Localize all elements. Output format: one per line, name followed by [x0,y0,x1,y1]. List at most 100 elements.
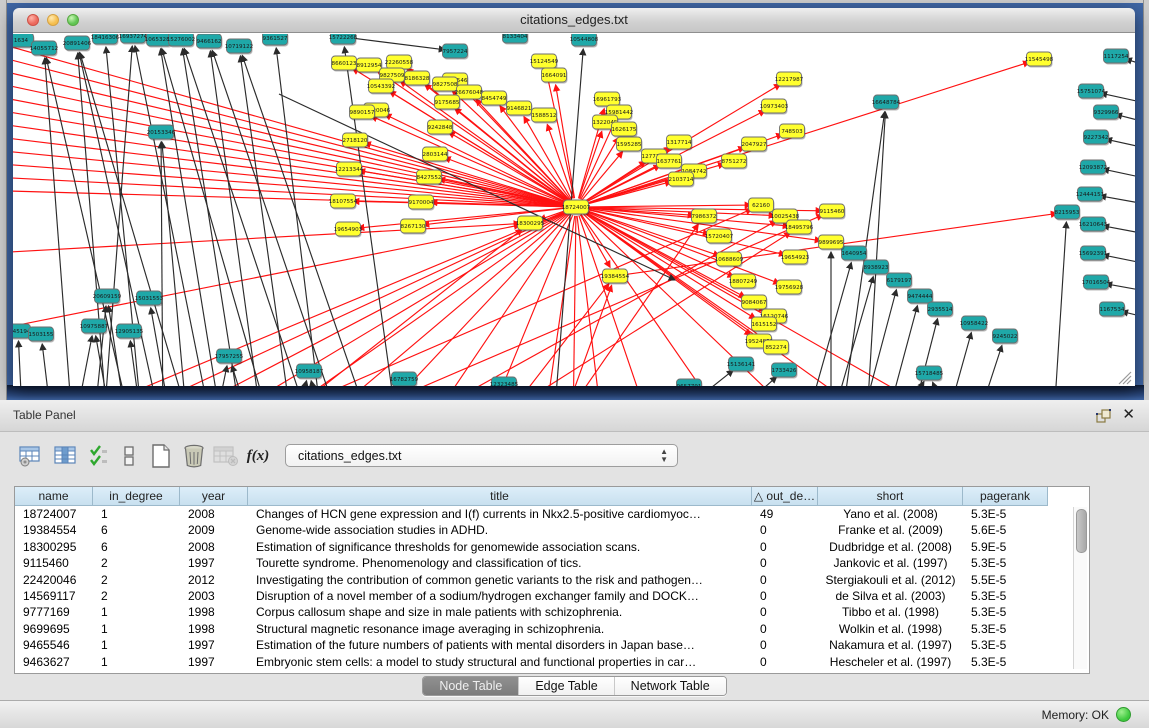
table-mode-icon[interactable] [16,441,46,471]
graph-node[interactable]: 7986372 [692,209,718,225]
graph-node[interactable]: 15692391 [1079,246,1108,262]
table-row[interactable]: 1872400712008Changes of HCN gene express… [15,506,1089,522]
graph-node[interactable]: 8938923 [864,260,890,276]
graph-node[interactable]: 16210643 [1079,217,1108,233]
graph-node[interactable]: 8267130 [401,219,427,235]
table-row[interactable]: 1830029562008Estimation of significance … [15,539,1089,555]
graph-node[interactable]: 15031553 [135,291,164,307]
graph-node[interactable]: 14055712 [30,41,58,57]
graph-node[interactable]: 2935514 [928,302,954,318]
graph-node[interactable]: 8133404 [503,34,529,45]
graph-node[interactable]: 2803144 [423,147,449,163]
graph-node[interactable]: 18107554 [329,194,358,210]
graph-node[interactable]: 8215953 [1055,205,1081,221]
graph-node[interactable]: 12323485 [490,377,519,386]
graph-node[interactable]: 15718485 [915,366,944,382]
graph-node[interactable]: 16648784 [872,95,901,111]
graph-node[interactable]: 8186328 [405,71,431,87]
graph-node[interactable]: 7957224 [443,44,469,60]
graph-node[interactable]: 19654923 [781,250,810,266]
graph-node[interactable]: 15720407 [705,229,734,245]
graph-node[interactable]: 15124549 [530,54,559,70]
graph-node[interactable]: 9657791 [677,379,703,386]
graph-node[interactable]: 10688609 [715,252,744,268]
graph-node[interactable]: 9227342 [1084,130,1110,146]
graph-node[interactable]: 12217987 [775,72,804,88]
graph-node[interactable]: 15276002 [167,34,195,48]
column-header-out_degree[interactable]: △ out_de… [752,487,818,506]
graph-node[interactable]: 10975887 [80,319,109,335]
graph-node[interactable]: 8454749 [482,91,508,107]
show-column-icon[interactable] [51,441,81,471]
graph-node[interactable]: 8912954 [357,58,383,74]
network-view-canvas[interactable]: 1634140557122089140618416306169372741065… [13,33,1135,386]
graph-node[interactable]: 852274 [764,340,790,356]
table-row[interactable]: 946362711997Embryonic stem cells: a mode… [15,654,1089,670]
column-header-name[interactable]: name [15,487,93,506]
graph-node[interactable]: 1733426 [772,363,798,379]
table-row[interactable]: 911546021997Tourette syndrome. Phenomeno… [15,555,1089,571]
graph-node[interactable]: 1317714 [667,135,693,151]
graph-node[interactable]: 16937274 [119,34,148,45]
graph-node[interactable]: 1117254 [1104,49,1130,65]
column-header-title[interactable]: title [248,487,752,506]
graph-node[interactable]: 9890157 [350,105,376,121]
graph-node[interactable]: 10958422 [960,316,988,332]
graph-node[interactable]: 1615152 [752,317,778,333]
close-panel-icon[interactable]: ✕ [1122,405,1135,423]
graph-node[interactable]: 18495796 [785,220,814,236]
graph-node[interactable]: 1588512 [532,108,558,124]
table-row[interactable]: 969969511998Structural magnetic resonanc… [15,621,1089,637]
graph-node[interactable]: 12093872 [1079,160,1107,176]
graph-node[interactable]: 1637761 [657,154,683,170]
graph-node[interactable]: 18724007 [562,200,591,216]
graph-node[interactable]: 2103714 [669,172,695,188]
graph-node[interactable]: 19384554 [601,269,630,285]
graph-node[interactable]: 18416306 [91,34,120,46]
graph-node[interactable]: 17957255 [215,349,244,365]
column-header-year[interactable]: year [180,487,248,506]
graph-node[interactable]: 1167534 [1100,302,1126,318]
table-row[interactable]: 977716911998Corpus callosum shape and si… [15,604,1089,620]
graph-node[interactable]: 8660123 [332,56,358,72]
float-panel-icon[interactable] [1095,408,1111,424]
table-row[interactable]: 2242004622012Investigating the contribut… [15,572,1089,588]
graph-node[interactable]: 1640954 [842,246,868,262]
table-select-combobox[interactable]: citations_edges.txt ▲▼ [285,444,678,467]
table-panel-header[interactable]: Table Panel ✕ [0,400,1149,432]
delete-table-icon[interactable] [211,441,241,471]
graph-node[interactable]: 12444151 [1076,187,1105,203]
new-column-icon[interactable] [146,441,176,471]
table-row[interactable]: 1938455462009Genome-wide association stu… [15,522,1089,538]
graph-node[interactable]: 748503 [780,124,806,140]
graph-node[interactable]: 9242848 [428,120,454,136]
graph-node[interactable]: 16782759 [390,372,419,386]
graph-node[interactable]: 9361527 [263,34,289,47]
graph-node[interactable]: 19756928 [775,280,804,296]
column-header-short[interactable]: short [818,487,963,506]
graph-node[interactable]: 18807249 [729,274,758,290]
table-row[interactable]: 946554611997Estimation of the future num… [15,637,1089,653]
delete-column-icon[interactable] [179,441,209,471]
graph-node[interactable]: 9329966 [1094,105,1120,121]
row-selection-icon[interactable] [114,441,144,471]
scrollbar-thumb[interactable] [1076,509,1087,553]
graph-node[interactable]: 15136141 [727,357,756,373]
graph-node[interactable]: 10543392 [367,79,395,95]
graph-node[interactable]: 12905135 [115,324,144,340]
graph-node[interactable]: 20891406 [63,36,92,52]
graph-node[interactable]: 17016504 [1082,275,1111,291]
table-scrollbar[interactable] [1073,507,1087,669]
graph-node[interactable]: 9245022 [993,329,1019,345]
graph-node[interactable]: 2047927 [742,137,768,153]
graph-node[interactable]: 12213344 [335,162,364,178]
graph-node[interactable]: 8751272 [722,154,748,170]
graph-node[interactable]: 1626175 [612,122,638,138]
graph-node[interactable]: 19654903 [334,222,363,238]
graph-node[interactable]: 9466162 [197,34,223,50]
graph-node[interactable]: 11545498 [1025,52,1054,68]
graph-node[interactable]: 2718120 [343,133,369,149]
graph-node[interactable]: 10973403 [760,99,789,115]
graph-node[interactable]: 9084067 [742,295,768,311]
table-row[interactable]: 1456911722003Disruption of a novel membe… [15,588,1089,604]
